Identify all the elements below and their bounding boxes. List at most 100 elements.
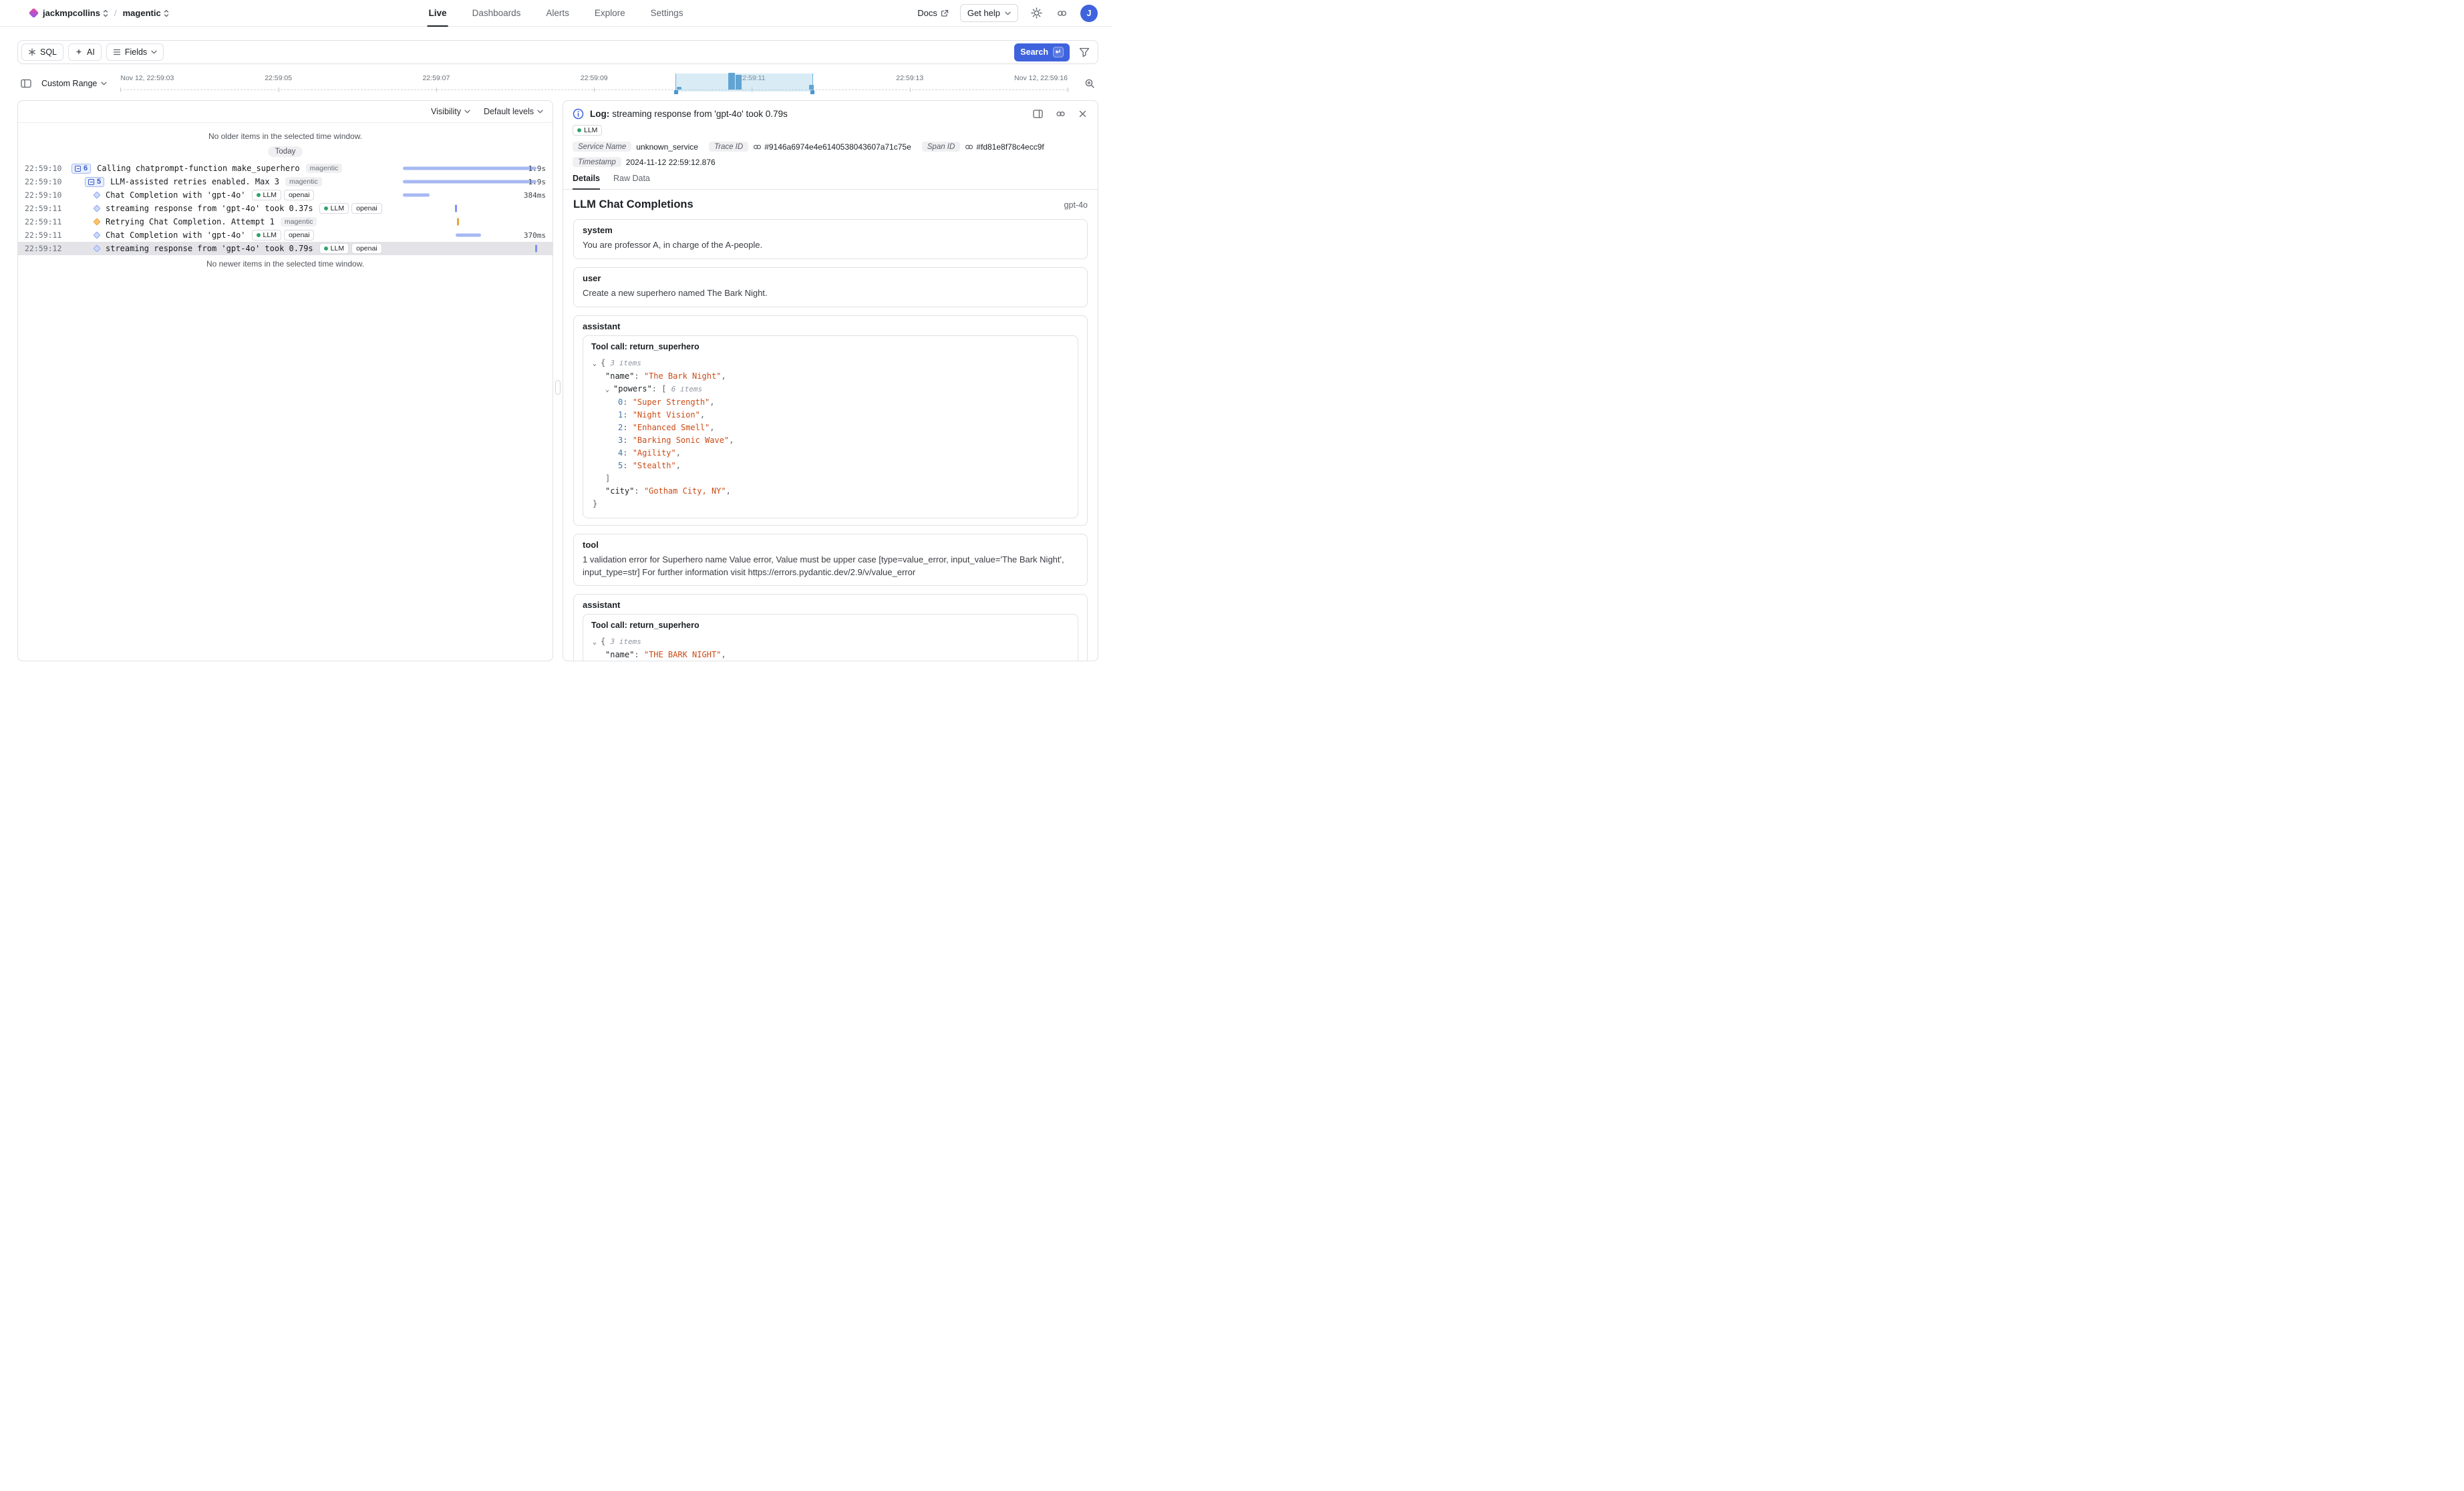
json-token: ] — [605, 474, 610, 483]
search-button[interactable]: Search ↵ — [1014, 43, 1070, 61]
tag-openai: openai — [351, 243, 382, 254]
collapse-count-badge[interactable]: 5 — [85, 177, 104, 187]
default-levels-dropdown[interactable]: Default levels — [484, 107, 543, 116]
span-duration-bar — [403, 180, 536, 184]
project-switcher[interactable]: magentic — [123, 8, 169, 18]
panel-layout-button[interactable] — [1032, 108, 1044, 120]
green-dot-icon — [577, 128, 581, 132]
span-bar-track — [403, 228, 536, 242]
timeline-track[interactable]: Nov 12, 22:59:0322:59:0522:59:0722:59:09… — [120, 72, 1068, 95]
histogram-bar — [677, 87, 681, 90]
message-card-user: userCreate a new superhero named The Bar… — [573, 267, 1088, 307]
tab-settings[interactable]: Settings — [651, 0, 683, 26]
log-row[interactable]: 22:59:11Chat Completion with 'gpt-4o'LLM… — [18, 228, 553, 242]
theme-toggle-button[interactable] — [1030, 6, 1044, 20]
span-diamond-icon — [93, 231, 100, 238]
tab-live[interactable]: Live — [429, 0, 447, 26]
detail-tag-row: LLM — [563, 125, 1098, 142]
query-input[interactable] — [168, 41, 1010, 63]
chevron-down-icon — [1005, 11, 1011, 15]
log-timestamp: 22:59:10 — [25, 190, 67, 200]
json-token: : — [623, 448, 632, 458]
visibility-dropdown[interactable]: Visibility — [431, 107, 470, 116]
docs-link[interactable]: Docs — [917, 8, 949, 18]
visibility-label: Visibility — [431, 107, 461, 116]
user-avatar[interactable]: J — [1080, 5, 1098, 22]
log-row[interactable]: 22:59:106Calling chatprompt-function mak… — [18, 162, 553, 175]
tab-alerts[interactable]: Alerts — [546, 0, 569, 26]
share-link-button[interactable] — [1055, 7, 1069, 19]
collapse-count-badge[interactable]: 6 — [71, 164, 91, 174]
tab-dashboards[interactable]: Dashboards — [472, 0, 521, 26]
expand-caret-icon[interactable]: ⌄ — [605, 383, 613, 396]
warning-diamond-icon — [93, 218, 100, 225]
timeline-selection[interactable] — [675, 73, 813, 92]
log-marker — [94, 219, 100, 224]
detail-fields: Service Nameunknown_serviceTrace ID#9146… — [563, 142, 1098, 167]
field-value-span-id[interactable]: #fd81e8f78c4ecc9f — [965, 142, 1044, 152]
custom-range-dropdown[interactable]: Custom Range — [41, 79, 107, 88]
log-row[interactable]: 22:59:10 Chat Completion with 'gpt-4o' LLM… — [18, 188, 553, 202]
sun-icon — [1031, 7, 1042, 19]
org-switcher[interactable]: jackmpcollins — [43, 8, 108, 18]
chevron-down-icon — [464, 110, 470, 114]
collapse-minus-icon — [75, 166, 81, 172]
sql-toggle-button[interactable]: SQL — [21, 43, 63, 61]
tag-openai: openai — [284, 230, 315, 240]
tag-label: LLM — [263, 191, 277, 200]
copy-link-button[interactable] — [1054, 108, 1067, 120]
json-token: , — [676, 448, 681, 458]
span-instant-tick — [457, 218, 459, 226]
detail-title-prefix: Log: — [590, 109, 609, 119]
panel-resize-handle[interactable] — [555, 380, 561, 395]
info-icon — [573, 108, 584, 120]
log-tags: LLMopenai — [319, 203, 382, 214]
collapse-panel-button[interactable] — [17, 75, 35, 92]
log-marker — [94, 232, 100, 238]
log-detail-panel: Log:streaming response from 'gpt-4o' too… — [563, 100, 1098, 661]
fields-button[interactable]: Fields — [106, 43, 164, 61]
enter-key-icon: ↵ — [1053, 47, 1064, 57]
breadcrumb-separator: / — [114, 8, 117, 18]
json-tree: ⌄{ 3 items"name": "The Bark Night",⌄"pow… — [591, 357, 1070, 510]
selection-handle-right[interactable] — [810, 90, 814, 94]
histogram-bar — [809, 85, 814, 90]
expand-caret-icon[interactable]: ⌄ — [593, 636, 601, 649]
log-marker: 5 — [85, 177, 104, 187]
detail-title-text: streaming response from 'gpt-4o' took 0.… — [612, 109, 788, 119]
histogram-bar — [728, 73, 734, 90]
zoom-in-button[interactable] — [1081, 75, 1098, 92]
field-value-trace-id[interactable]: #9146a6974e4e6140538043607a71c75e — [753, 142, 911, 152]
log-message: Retrying Chat Completion. Attempt 1 — [106, 217, 275, 226]
json-token: , — [721, 371, 726, 381]
detail-tab-raw-data[interactable]: Raw Data — [613, 174, 650, 189]
log-row[interactable]: 22:59:105LLM-assisted retries enabled. M… — [18, 175, 553, 188]
json-token: , — [710, 423, 714, 432]
chevron-updown-icon — [103, 9, 108, 18]
sparkle-icon — [75, 48, 83, 56]
green-dot-icon — [257, 233, 261, 237]
detail-tabs: Details Raw Data — [563, 169, 1098, 190]
detail-tab-details[interactable]: Details — [573, 174, 600, 189]
logo-diamond-icon — [29, 8, 39, 19]
tab-explore[interactable]: Explore — [595, 0, 625, 26]
ai-button[interactable]: AI — [68, 43, 102, 61]
detail-fields-row-2: Timestamp2024-11-12 22:59:12.876 — [573, 157, 1088, 167]
green-dot-icon — [324, 206, 328, 210]
timeline-row: Custom Range Nov 12, 22:59:0322:59:0522:… — [17, 72, 1098, 95]
log-row[interactable]: 22:59:11streaming response from 'gpt-4o'… — [18, 202, 553, 215]
json-token: : — [623, 436, 632, 445]
selection-handle-left[interactable] — [674, 90, 678, 94]
log-row[interactable]: 22:59:12streaming response from 'gpt-4o'… — [18, 242, 553, 255]
duration-label: 370ms — [524, 231, 546, 240]
tag-label: LLM — [263, 231, 277, 240]
expand-caret-icon[interactable]: ⌄ — [593, 357, 601, 370]
filter-button[interactable] — [1074, 43, 1094, 61]
log-message: Chat Completion with 'gpt-4o' — [106, 190, 246, 200]
log-marker — [94, 246, 100, 251]
json-token: 3 items — [610, 637, 641, 646]
log-row[interactable]: 22:59:11Retrying Chat Completion. Attemp… — [18, 215, 553, 228]
close-detail-button[interactable] — [1077, 108, 1088, 120]
log-tags: LLM openai — [252, 230, 315, 240]
get-help-button[interactable]: Get help — [960, 4, 1018, 22]
